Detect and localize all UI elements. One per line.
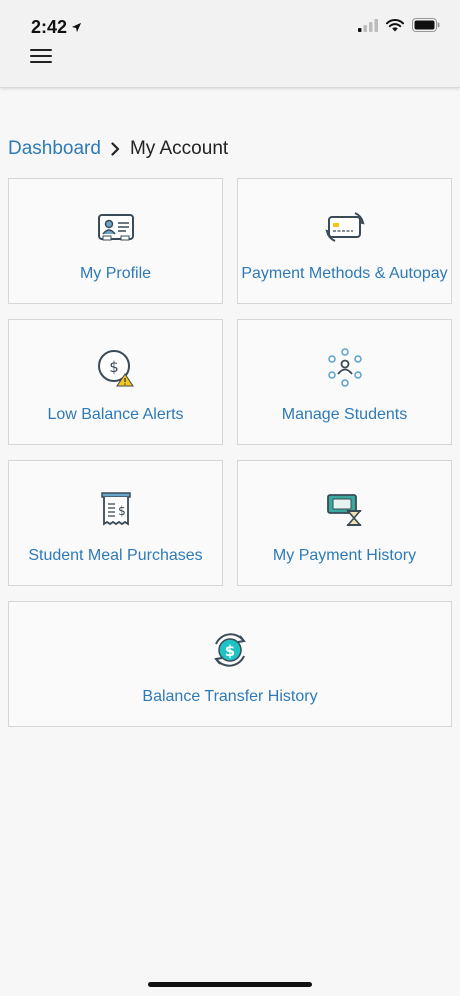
battery-icon — [412, 18, 440, 32]
id-card-icon — [96, 207, 136, 247]
menu-line — [30, 55, 52, 57]
svg-text:$: $ — [109, 358, 119, 376]
tile-label: Low Balance Alerts — [47, 406, 184, 423]
payment-history-icon — [325, 489, 365, 529]
tile-manage-students[interactable]: Manage Students — [237, 319, 452, 445]
people-network-icon — [325, 348, 365, 388]
tile-payment-methods-autopay[interactable]: Payment Methods & Autopay — [237, 178, 452, 304]
location-arrow-icon — [71, 22, 82, 33]
wifi-icon — [386, 18, 404, 31]
status-time-text: 2:42 — [31, 17, 68, 37]
tile-label: My Profile — [79, 265, 152, 282]
top-app-bar: 2:42 — [0, 0, 460, 88]
svg-text:$: $ — [225, 642, 235, 660]
breadcrumb-dashboard-link[interactable]: Dashboard — [8, 138, 101, 160]
tile-balance-transfer-history[interactable]: $ Balance Transfer History — [8, 601, 452, 727]
tile-my-payment-history[interactable]: My Payment History — [237, 460, 452, 586]
status-time: 2:42 — [31, 17, 82, 38]
menu-hamburger-button[interactable] — [30, 49, 52, 65]
breadcrumb-current: My Account — [129, 138, 229, 159]
tile-label: Payment Methods & Autopay — [241, 265, 448, 282]
receipt-icon: $ — [96, 489, 136, 529]
dollar-transfer-icon: $ — [210, 630, 250, 670]
tile-student-meal-purchases[interactable]: $ Student Meal Purchases — [8, 460, 223, 586]
tile-label: My Payment History — [272, 547, 417, 564]
tile-label: Manage Students — [281, 406, 408, 423]
tile-my-profile[interactable]: My Profile — [8, 178, 223, 304]
menu-line — [30, 61, 52, 63]
svg-text:$: $ — [118, 504, 126, 518]
tile-label: Balance Transfer History — [142, 688, 318, 705]
breadcrumb: Dashboard My Account — [8, 138, 228, 160]
home-indicator[interactable] — [148, 982, 312, 987]
low-balance-alert-icon: $ — [96, 348, 136, 388]
credit-card-icon — [324, 207, 365, 247]
menu-line — [30, 49, 52, 51]
status-icons — [358, 18, 440, 32]
cellular-signal-icon — [358, 18, 378, 32]
tile-label: Student Meal Purchases — [28, 547, 203, 564]
chevron-right-icon — [111, 142, 120, 156]
tile-low-balance-alerts[interactable]: $ Low Balance Alerts — [8, 319, 223, 445]
